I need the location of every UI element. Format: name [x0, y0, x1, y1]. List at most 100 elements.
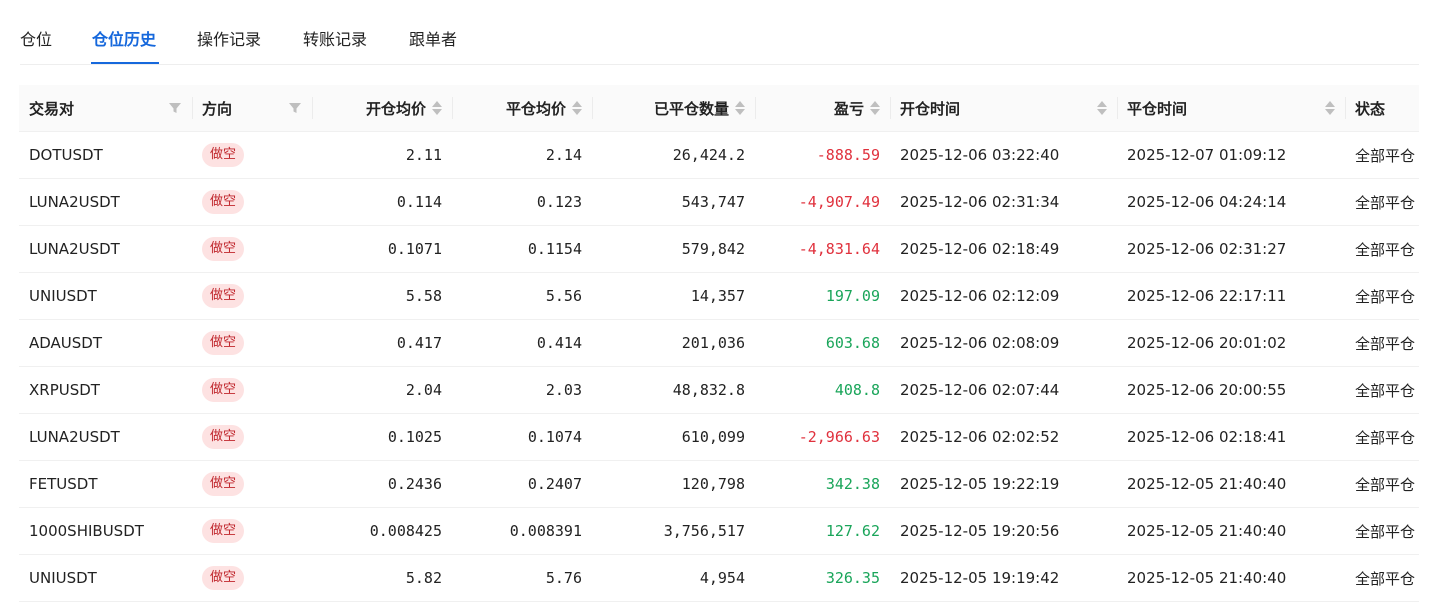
- cell-side: 做空: [192, 413, 312, 461]
- tab-positions[interactable]: 仓位: [20, 26, 52, 50]
- cell-status: 全部平仓: [1345, 366, 1419, 414]
- cell-pnl: -2,966.63: [755, 413, 890, 461]
- active-tab-indicator: [91, 62, 159, 64]
- cell-pair: XRPUSDT: [19, 366, 192, 414]
- cell-closed-qty: 48,832.8: [592, 366, 755, 414]
- table-row[interactable]: LUNA2USDT 做空 0.114 0.123 543,747 -4,907.49 202…: [19, 178, 1419, 226]
- cell-closed-qty: 610,099: [592, 413, 755, 461]
- cell-open-time: 2025-12-05 19:22:19: [890, 460, 1117, 508]
- cell-side: 做空: [192, 272, 312, 320]
- table-header-row: 交易对 方向 开仓均价 平仓均价 已平仓数量 盈亏 开仓时间 平仓时间 状态: [19, 85, 1419, 132]
- cell-closed-qty: 201,036: [592, 319, 755, 367]
- sort-icon[interactable]: [870, 101, 880, 115]
- header-close-time[interactable]: 平仓时间: [1117, 85, 1345, 132]
- side-badge: 做空: [202, 519, 245, 543]
- cell-side: 做空: [192, 460, 312, 508]
- cell-closed-qty: 26,424.2: [592, 131, 755, 179]
- sort-icon[interactable]: [572, 101, 582, 115]
- cell-open-price: 2.11: [312, 131, 452, 179]
- cell-pnl: -888.59: [755, 131, 890, 179]
- table-row[interactable]: ADAUSDT 做空 0.417 0.414 201,036 603.68 2025-12-…: [19, 319, 1419, 367]
- header-close-price-label: 平仓均价: [505, 99, 566, 118]
- side-badge: 做空: [202, 284, 245, 308]
- cell-closed-qty: 120,798: [592, 460, 755, 508]
- cell-close-time: 2025-12-06 20:01:02: [1117, 319, 1345, 367]
- cell-open-time: 2025-12-05 19:20:56: [890, 507, 1117, 555]
- filter-icon[interactable]: [168, 101, 182, 115]
- sort-icon[interactable]: [1325, 101, 1335, 115]
- cell-pair: DOTUSDT: [19, 131, 192, 179]
- sort-icon[interactable]: [735, 101, 745, 115]
- table-row[interactable]: UNIUSDT 做空 5.58 5.56 14,357 197.09 2025-12-06 …: [19, 272, 1419, 320]
- side-badge: 做空: [202, 331, 245, 355]
- tab-transfer-log[interactable]: 转账记录: [303, 26, 367, 50]
- cell-close-price: 2.14: [452, 131, 592, 179]
- filter-icon[interactable]: [288, 101, 302, 115]
- cell-pair: FETUSDT: [19, 460, 192, 508]
- header-close-price[interactable]: 平仓均价: [452, 85, 592, 132]
- cell-side: 做空: [192, 131, 312, 179]
- cell-closed-qty: 543,747: [592, 178, 755, 226]
- table-row[interactable]: LUNA2USDT 做空 0.1071 0.1154 579,842 -4,831.64 2…: [19, 225, 1419, 273]
- table-row[interactable]: FETUSDT 做空 0.2436 0.2407 120,798 342.38 2025-1…: [19, 460, 1419, 508]
- header-status-label: 状态: [1355, 99, 1386, 118]
- cell-side: 做空: [192, 225, 312, 273]
- cell-status: 全部平仓: [1345, 554, 1419, 602]
- cell-pnl: 127.62: [755, 507, 890, 555]
- sort-icon[interactable]: [432, 101, 442, 115]
- cell-pair: ADAUSDT: [19, 319, 192, 367]
- cell-pnl: 342.38: [755, 460, 890, 508]
- cell-open-time: 2025-12-06 02:12:09: [890, 272, 1117, 320]
- header-close-time-label: 平仓时间: [1127, 99, 1188, 118]
- cell-open-time: 2025-12-06 03:22:40: [890, 131, 1117, 179]
- header-closed-qty-label: 已平仓数量: [653, 99, 729, 118]
- cell-side: 做空: [192, 178, 312, 226]
- header-pair: 交易对: [19, 85, 192, 132]
- tab-position-history[interactable]: 仓位历史: [92, 26, 156, 50]
- header-pnl[interactable]: 盈亏: [755, 85, 890, 132]
- tab-operation-log[interactable]: 操作记录: [197, 26, 261, 50]
- cell-open-time: 2025-12-05 19:19:42: [890, 554, 1117, 602]
- cell-open-price: 0.2436: [312, 460, 452, 508]
- cell-close-price: 0.1154: [452, 225, 592, 273]
- cell-close-price: 0.414: [452, 319, 592, 367]
- cell-close-time: 2025-12-06 04:24:14: [1117, 178, 1345, 226]
- cell-open-price: 5.82: [312, 554, 452, 602]
- cell-pnl: 326.35: [755, 554, 890, 602]
- table-row[interactable]: UNIUSDT 做空 5.82 5.76 4,954 326.35 2025-12-05 1…: [19, 554, 1419, 602]
- cell-status: 全部平仓: [1345, 413, 1419, 461]
- cell-close-price: 5.76: [452, 554, 592, 602]
- cell-open-time: 2025-12-06 02:07:44: [890, 366, 1117, 414]
- header-open-time-label: 开仓时间: [900, 99, 961, 118]
- cell-side: 做空: [192, 319, 312, 367]
- table-row[interactable]: XRPUSDT 做空 2.04 2.03 48,832.8 408.8 2025-12-06…: [19, 366, 1419, 414]
- cell-status: 全部平仓: [1345, 272, 1419, 320]
- header-closed-qty[interactable]: 已平仓数量: [592, 85, 755, 132]
- header-pnl-label: 盈亏: [833, 99, 864, 118]
- cell-open-price: 0.114: [312, 178, 452, 226]
- side-badge: 做空: [202, 566, 245, 590]
- position-history-table-container[interactable]: 交易对 方向 开仓均价 平仓均价 已平仓数量 盈亏 开仓时间 平仓时间 状态 D…: [19, 85, 1419, 606]
- table-row[interactable]: DOTUSDT 做空 2.11 2.14 26,424.2 -888.59 2025-12-…: [19, 131, 1419, 179]
- cell-status: 全部平仓: [1345, 178, 1419, 226]
- cell-close-price: 0.123: [452, 178, 592, 226]
- cell-pnl: 408.8: [755, 366, 890, 414]
- cell-open-time: 2025-12-06 02:02:52: [890, 413, 1117, 461]
- table-row[interactable]: LUNA2USDT 做空 0.1025 0.1074 610,099 -2,966.63 2…: [19, 413, 1419, 461]
- tab-followers[interactable]: 跟单者: [409, 26, 457, 50]
- cell-closed-qty: 3,756,517: [592, 507, 755, 555]
- cell-closed-qty: 14,357: [592, 272, 755, 320]
- tab-bar: 仓位 仓位历史 操作记录 转账记录 跟单者: [20, 0, 1419, 65]
- cell-pnl: 603.68: [755, 319, 890, 367]
- cell-open-price: 0.417: [312, 319, 452, 367]
- cell-pnl: 197.09: [755, 272, 890, 320]
- cell-close-time: 2025-12-06 22:17:11: [1117, 272, 1345, 320]
- header-open-price[interactable]: 开仓均价: [312, 85, 452, 132]
- header-open-time[interactable]: 开仓时间: [890, 85, 1117, 132]
- cell-status: 全部平仓: [1345, 460, 1419, 508]
- cell-pair: LUNA2USDT: [19, 225, 192, 273]
- cell-pair: LUNA2USDT: [19, 178, 192, 226]
- sort-icon[interactable]: [1097, 101, 1107, 115]
- cell-pair: UNIUSDT: [19, 272, 192, 320]
- table-row[interactable]: 1000SHIBUSDT 做空 0.008425 0.008391 3,756,517 1…: [19, 507, 1419, 555]
